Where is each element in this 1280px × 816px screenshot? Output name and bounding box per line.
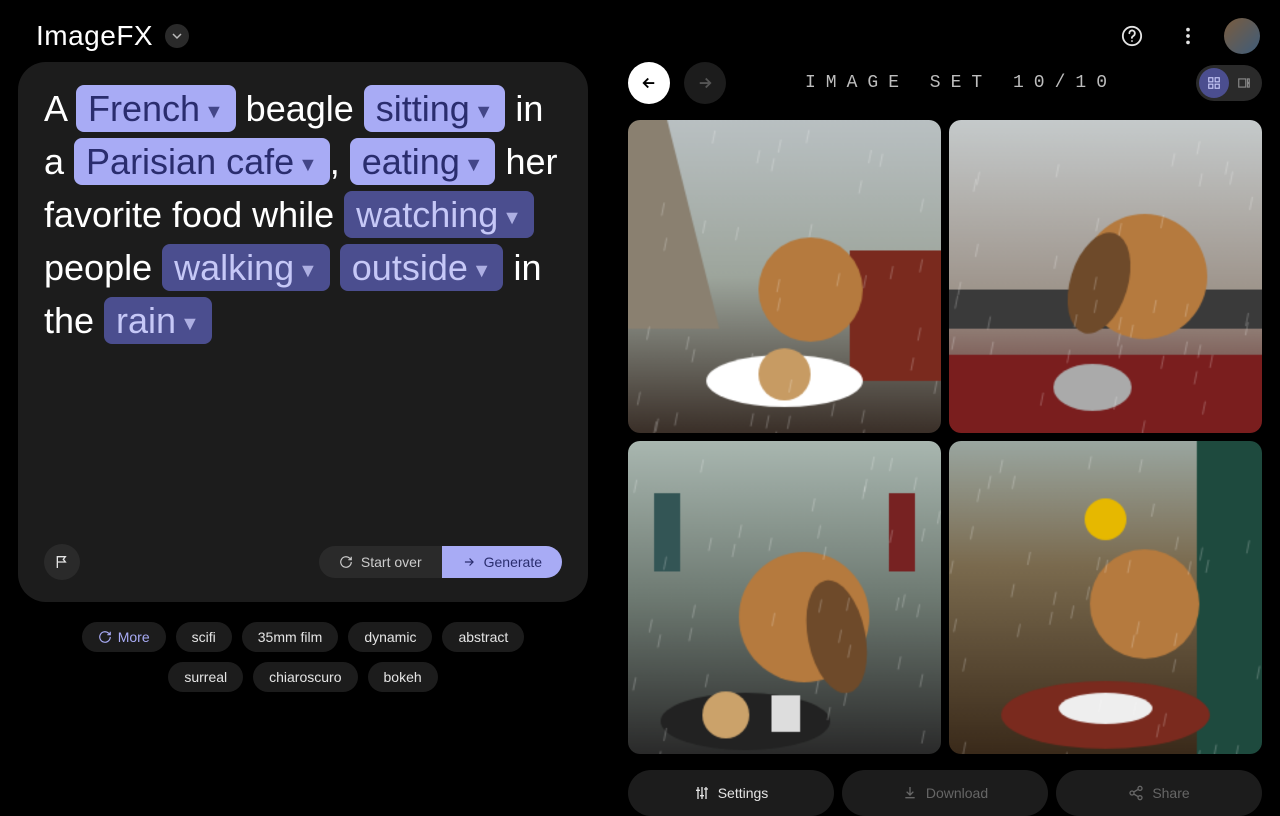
style-pill[interactable]: scifi — [176, 622, 232, 652]
generate-button[interactable]: Generate — [442, 546, 562, 578]
avatar[interactable] — [1224, 18, 1260, 54]
download-button[interactable]: Download — [842, 770, 1048, 816]
flag-icon[interactable] — [44, 544, 80, 580]
next-set-button — [684, 62, 726, 104]
view-toggle[interactable] — [1196, 65, 1262, 101]
start-over-button[interactable]: Start over — [319, 546, 442, 578]
settings-label: Settings — [718, 785, 769, 801]
generate-label: Generate — [484, 554, 542, 570]
chevron-down-icon: ▼ — [464, 154, 484, 176]
image-set-label: IMAGE SET 10/10 — [740, 73, 1182, 93]
chevron-down-icon: ▼ — [472, 260, 492, 282]
prompt-chip[interactable]: outside▼ — [340, 244, 504, 291]
share-button[interactable]: Share — [1056, 770, 1262, 816]
result-thumbnail[interactable] — [628, 120, 941, 433]
more-styles-button[interactable]: More — [82, 622, 166, 652]
start-over-label: Start over — [361, 554, 422, 570]
style-pill[interactable]: chiaroscuro — [253, 662, 357, 692]
prompt-chip[interactable]: eating▼ — [350, 138, 496, 185]
prev-set-button[interactable] — [628, 62, 670, 104]
prompt-chip[interactable]: walking▼ — [162, 244, 330, 291]
chevron-down-icon: ▼ — [298, 154, 318, 176]
result-thumbnail[interactable] — [628, 441, 941, 754]
prompt-chip[interactable]: Parisian cafe▼ — [74, 138, 330, 185]
share-label: Share — [1152, 785, 1189, 801]
style-pill[interactable]: dynamic — [348, 622, 432, 652]
style-suggestions: More scifi 35mm film dynamic abstract surreal… — [18, 622, 588, 692]
app-title: ImageFX — [36, 20, 153, 52]
prompt-chip[interactable]: rain▼ — [104, 297, 212, 344]
chevron-down-icon: ▼ — [180, 313, 200, 335]
style-pill[interactable]: abstract — [442, 622, 524, 652]
style-pill[interactable]: 35mm film — [242, 622, 339, 652]
prompt-chip[interactable]: watching▼ — [344, 191, 534, 238]
style-pill[interactable]: surreal — [168, 662, 243, 692]
settings-button[interactable]: Settings — [628, 770, 834, 816]
download-label: Download — [926, 785, 988, 801]
prompt-chip[interactable]: French▼ — [76, 85, 236, 132]
chevron-down-icon: ▼ — [474, 101, 494, 123]
prompt-chip[interactable]: sitting▼ — [364, 85, 506, 132]
result-thumbnail[interactable] — [949, 441, 1262, 754]
help-icon[interactable] — [1112, 16, 1152, 56]
chevron-down-icon: ▼ — [204, 101, 224, 123]
prompt-card: A French▼ beagle sitting▼ in a Parisian … — [18, 62, 588, 602]
result-thumbnail[interactable] — [949, 120, 1262, 433]
more-vert-icon[interactable] — [1168, 16, 1208, 56]
prompt-text[interactable]: A French▼ beagle sitting▼ in a Parisian … — [44, 84, 562, 534]
single-view-icon[interactable] — [1229, 68, 1259, 98]
grid-view-icon[interactable] — [1199, 68, 1229, 98]
app-menu-dropdown[interactable] — [165, 24, 189, 48]
chevron-down-icon: ▼ — [298, 260, 318, 282]
chevron-down-icon: ▼ — [502, 207, 522, 229]
style-pill[interactable]: bokeh — [368, 662, 438, 692]
